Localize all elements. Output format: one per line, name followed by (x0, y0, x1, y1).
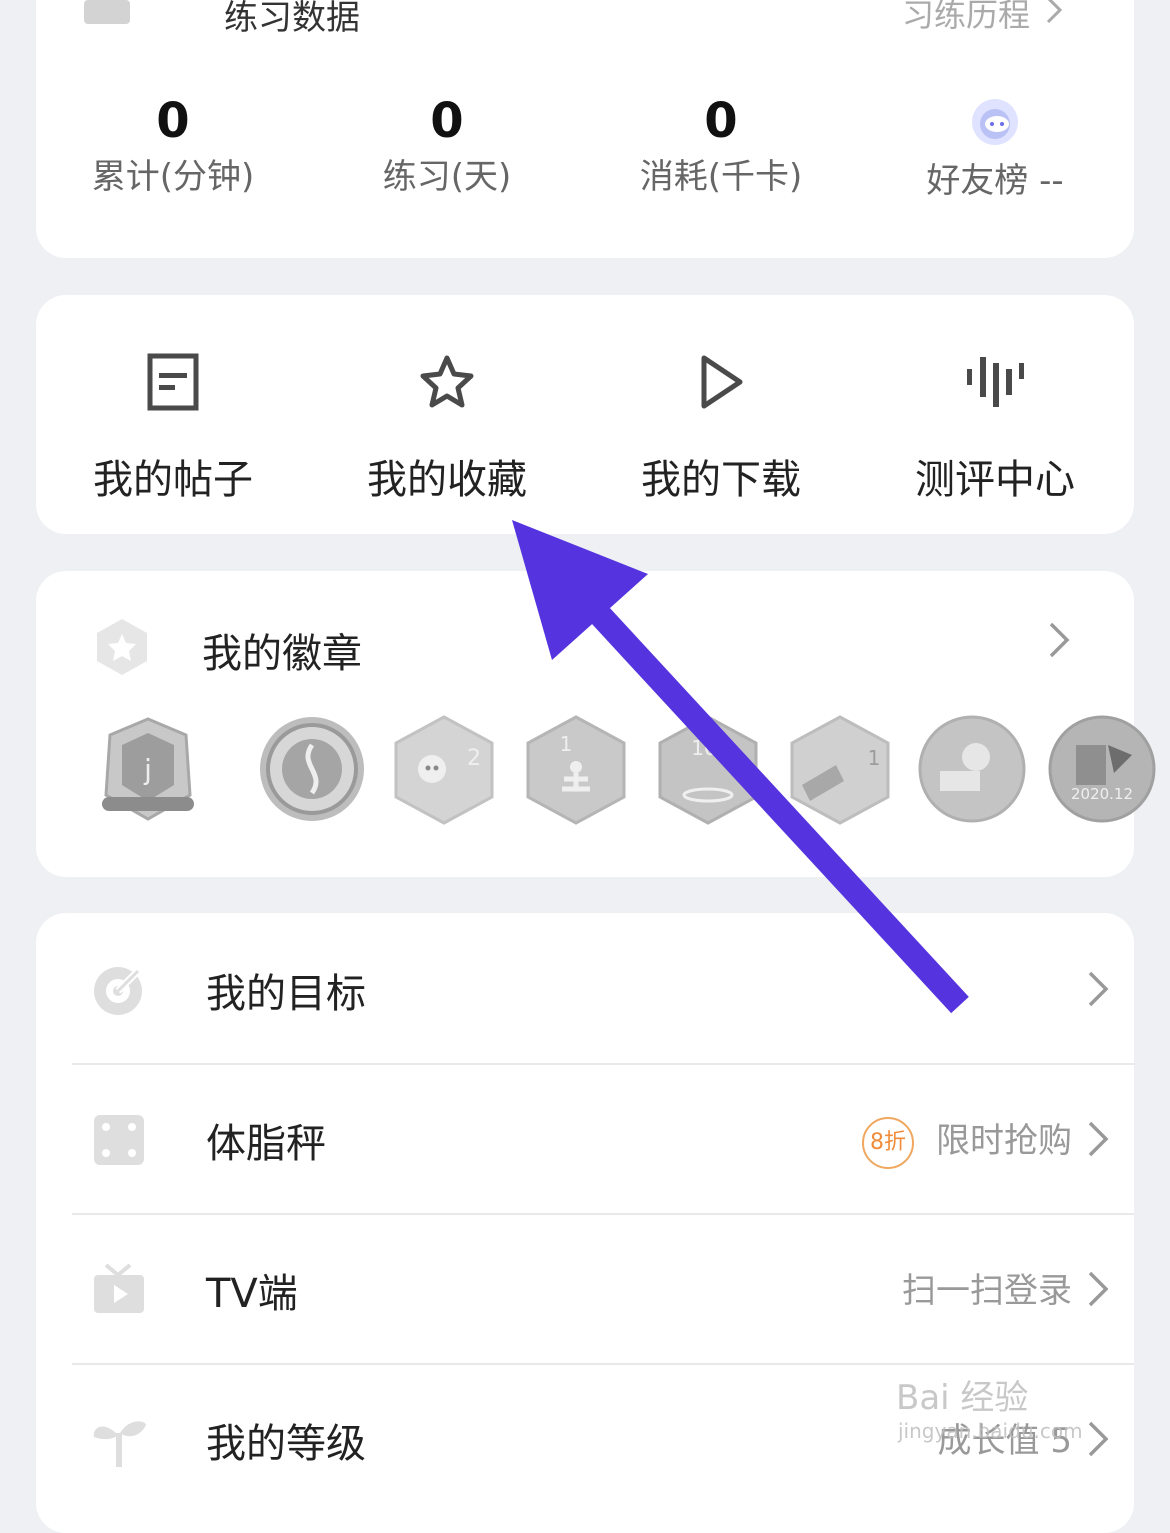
star-icon (420, 355, 474, 408)
list-item-my-goals[interactable]: 我的目标 (72, 913, 1134, 1065)
badge-hexagon-icon (97, 619, 147, 675)
list-item-tv[interactable]: TV端 扫一扫登录 (72, 1213, 1134, 1365)
list-item-body-fat-scale[interactable]: 体脂秤 8折 限时抢购 (72, 1063, 1134, 1215)
scale-icon (94, 1115, 144, 1165)
audio-bars-icon (967, 357, 1024, 407)
practice-10-badge[interactable]: 10 (656, 715, 766, 825)
chevron-right-icon (1088, 1121, 1109, 1157)
practice-1-badge[interactable]: 1 (788, 715, 898, 825)
practice-2-badge-image: 2 (394, 715, 494, 825)
2020-12-badge-image: 2020.12 (1048, 715, 1156, 823)
newbie-badge-image (918, 715, 1026, 823)
scan-login-text: 扫一扫登录 (902, 1271, 1072, 1311)
assessment-center-button[interactable]: 测评中心 (858, 353, 1132, 505)
friend-avatar-icon (972, 99, 1018, 145)
svg-text:j: j (143, 753, 152, 786)
bar-chart-icon (84, 0, 130, 24)
stats-header[interactable]: 练习数据 习练历程 (80, 0, 1074, 42)
meditation-badge-image: 1 (526, 715, 626, 825)
svg-text:10: 10 (691, 736, 716, 760)
chevron-right-icon (1049, 622, 1070, 658)
badges-title: 我的徽章 (202, 631, 362, 677)
stats-title: 练习数据 (224, 0, 360, 38)
sprout-icon (93, 1421, 146, 1467)
svg-text:1: 1 (868, 746, 881, 770)
practice-2-days-badge[interactable]: 2 (392, 715, 502, 825)
month-star-badge[interactable]: j (98, 715, 208, 825)
document-icon (147, 353, 199, 411)
badges-header[interactable]: 我的徽章 (36, 613, 1134, 683)
svg-text:2020.12: 2020.12 (1071, 785, 1133, 803)
stat-practice-days: 0 练习(天) (382, 93, 512, 197)
my-badges-card[interactable]: 我的徽章 j 2 1 10 1 2020.12 (36, 571, 1156, 877)
play-icon (701, 355, 743, 409)
svg-text:1: 1 (560, 732, 573, 756)
month-star-badge-image: j (102, 717, 194, 821)
meditation-badge[interactable]: 1 (524, 715, 634, 825)
my-posts-button[interactable]: 我的帖子 (36, 353, 310, 505)
discount-badge: 8折 (862, 1116, 914, 1169)
friends-leaderboard[interactable]: 好友榜 -- (858, 90, 1132, 206)
tv-icon (94, 1263, 144, 1313)
practice-1-badge-image: 1 (790, 715, 890, 825)
chevron-right-icon (1088, 1271, 1109, 1307)
chevron-right-icon (1046, 0, 1063, 24)
badge-list[interactable]: j 2 1 10 1 2020.12 (98, 715, 1156, 835)
svg-text:2: 2 (467, 746, 481, 771)
promo-text: 8折 限时抢购 (862, 1113, 1072, 1169)
seal-badge-image (260, 717, 364, 821)
newbie-badge[interactable] (918, 715, 1028, 825)
history-link[interactable]: 习练历程 (902, 0, 1030, 36)
quick-actions-card: 我的帖子 我的收藏 我的下载 测评中心 (36, 295, 1134, 534)
stat-calories: 0 消耗(千卡) (639, 93, 803, 197)
watermark: Bai 经验 jingyan.baidu.com (896, 1378, 1083, 1443)
my-favorites-button[interactable]: 我的收藏 (310, 353, 584, 505)
stat-total-minutes: 0 累计(分钟) (91, 93, 255, 197)
chevron-right-icon (1088, 1421, 1109, 1457)
target-icon (94, 967, 142, 1015)
practice-10-badge-image: 10 (658, 715, 758, 825)
my-downloads-button[interactable]: 我的下载 (584, 353, 858, 505)
2020-12-badge[interactable]: 2020.12 (1048, 715, 1158, 825)
chevron-right-icon (1088, 971, 1109, 1007)
practice-stats-card: 练习数据 习练历程 0 累计(分钟) 0 练习(天) 0 消耗(千卡) 好友榜 … (36, 0, 1134, 258)
seal-badge[interactable] (258, 715, 368, 825)
